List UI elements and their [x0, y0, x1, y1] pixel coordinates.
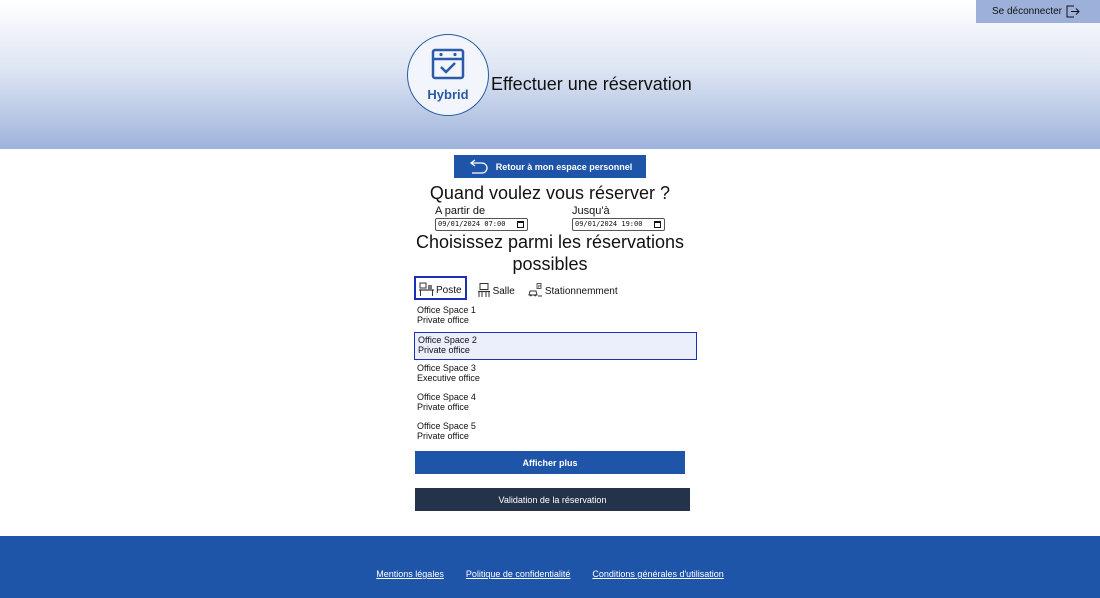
back-button-label: Retour à mon espace personnel	[495, 161, 633, 172]
validate-reservation-button[interactable]: Validation de la réservation	[415, 488, 690, 511]
item-type: Private office	[417, 315, 469, 325]
item-type: Private office	[417, 402, 469, 412]
resource-list: Office Space 1 Private office Office Spa…	[414, 303, 697, 448]
list-item[interactable]: Office Space 1 Private office	[414, 303, 697, 331]
item-name: Office Space 3	[417, 363, 476, 373]
list-item[interactable]: Office Space 3 Executive office	[414, 361, 697, 389]
back-to-personal-space-button[interactable]: Retour à mon espace personnel	[454, 155, 646, 178]
start-datetime-input[interactable]: 09/01/2024 07:00	[435, 218, 528, 231]
end-datetime-value: 09/01/2024 19:00	[575, 220, 643, 228]
item-name: Office Space 1	[417, 305, 476, 315]
logo-text: Hybrid	[427, 87, 469, 102]
start-datetime-value: 09/01/2024 07:00	[438, 220, 506, 228]
when-heading: Quand voulez vous réserver ?	[429, 183, 671, 203]
parking-icon: P	[528, 283, 542, 297]
item-type: Private office	[417, 431, 469, 441]
return-arrow-icon	[469, 158, 488, 174]
tab-salle[interactable]: Salle	[474, 276, 518, 300]
desk-icon	[419, 282, 434, 296]
logout-button[interactable]: Se déconnecter	[976, 0, 1100, 23]
item-type: Executive office	[417, 373, 480, 383]
tab-label: Salle	[492, 286, 515, 297]
list-item[interactable]: Office Space 5 Private office	[414, 419, 697, 447]
footer-link-privacy[interactable]: Politique de confidentialité	[466, 569, 571, 579]
item-name: Office Space 4	[417, 392, 476, 402]
from-label: A partir de	[435, 205, 486, 217]
calendar-check-icon	[431, 48, 465, 80]
footer: Mentions légales Politique de confidenti…	[0, 536, 1100, 598]
svg-text:P: P	[538, 284, 541, 289]
footer-link-terms[interactable]: Conditions générales d'utilisation	[592, 569, 723, 579]
list-item[interactable]: Office Space 4 Private office	[414, 390, 697, 418]
end-datetime-input[interactable]: 09/01/2024 19:00	[572, 218, 665, 231]
page-title: Effectuer une réservation	[491, 74, 692, 94]
tab-label: Poste	[436, 285, 462, 296]
meeting-room-icon	[477, 283, 490, 297]
resource-tabs: Poste Salle P Stationnemment	[414, 276, 628, 300]
tab-poste[interactable]: Poste	[414, 276, 467, 300]
item-name: Office Space 5	[417, 421, 476, 431]
hybrid-logo: Hybrid	[407, 34, 489, 116]
tab-stationnemment[interactable]: P Stationnemment	[525, 276, 621, 300]
calendar-icon[interactable]	[517, 221, 524, 228]
calendar-icon[interactable]	[654, 221, 661, 228]
item-name: Office Space 2	[418, 335, 477, 345]
tab-label: Stationnemment	[544, 286, 618, 297]
list-item[interactable]: Office Space 2 Private office	[414, 332, 697, 360]
header: Se déconnecter Hybrid Effectuer une rése…	[0, 0, 1100, 149]
item-type: Private office	[418, 345, 470, 355]
choose-heading: Choisissez parmi les réservations possib…	[415, 232, 685, 274]
to-label: Jusqu'à	[572, 205, 610, 217]
footer-link-legal[interactable]: Mentions légales	[376, 569, 444, 579]
logout-icon	[1066, 5, 1080, 18]
logout-label: Se déconnecter	[991, 6, 1062, 17]
show-more-button[interactable]: Afficher plus	[415, 451, 685, 474]
